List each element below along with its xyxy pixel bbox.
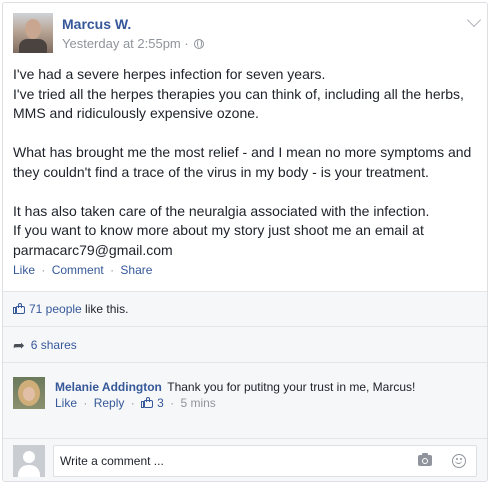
shares-summary: ➦ 6 shares bbox=[3, 326, 487, 362]
commenter-avatar[interactable] bbox=[13, 377, 45, 409]
comment-time[interactable]: 5 mins bbox=[180, 396, 215, 410]
comment-box[interactable] bbox=[53, 445, 477, 477]
comment-button[interactable]: Comment bbox=[52, 263, 104, 277]
post-card: Marcus W. Yesterday at 2:55pm · I've had… bbox=[2, 2, 488, 482]
comment-content: Melanie Addington Thank you for putitng … bbox=[55, 380, 415, 394]
post-body: I've had a severe herpes infection for s… bbox=[13, 66, 472, 258]
comment-actions: Like · Reply · 3 · 5 mins bbox=[55, 396, 216, 410]
separator: · bbox=[83, 396, 88, 410]
avatar-face bbox=[25, 19, 41, 39]
comment-text: Thank you for putitng your trust in me, … bbox=[167, 380, 416, 394]
comment-composer bbox=[3, 438, 487, 481]
like-button[interactable]: Like bbox=[13, 263, 35, 277]
comment-like-count[interactable]: 3 bbox=[157, 396, 164, 410]
post-header: Marcus W. Yesterday at 2:55pm · bbox=[13, 12, 482, 57]
comment-reply-button[interactable]: Reply bbox=[94, 396, 125, 410]
author-name[interactable]: Marcus W. bbox=[62, 16, 131, 32]
separator: · bbox=[130, 396, 135, 410]
post-actions: Like · Comment · Share bbox=[13, 263, 152, 277]
smiley-icon[interactable] bbox=[452, 454, 466, 468]
camera-icon[interactable] bbox=[418, 453, 432, 466]
likes-count-link[interactable]: 71 people bbox=[29, 302, 82, 316]
post-timestamp: Yesterday at 2:55pm · bbox=[62, 36, 205, 51]
separator: · bbox=[41, 263, 46, 277]
share-button[interactable]: Share bbox=[120, 263, 152, 277]
thumbs-up-icon bbox=[141, 397, 154, 408]
separator: · bbox=[110, 263, 115, 277]
current-user-avatar bbox=[13, 445, 45, 477]
share-arrow-icon: ➦ bbox=[13, 337, 25, 353]
thumbs-up-icon bbox=[13, 303, 25, 314]
comment-input[interactable] bbox=[60, 446, 400, 476]
avatar-body bbox=[19, 39, 47, 53]
likes-summary: 71 people like this. bbox=[3, 291, 487, 326]
author-avatar[interactable] bbox=[13, 13, 53, 53]
comment-like-button[interactable]: Like bbox=[55, 396, 77, 410]
timestamp-text[interactable]: Yesterday at 2:55pm · bbox=[62, 36, 189, 51]
globe-icon[interactable] bbox=[194, 39, 205, 49]
chevron-down-icon[interactable] bbox=[466, 12, 482, 28]
separator: · bbox=[170, 396, 175, 410]
likes-suffix: like this. bbox=[81, 302, 129, 316]
comment-list: Melanie Addington Thank you for putitng … bbox=[3, 362, 487, 438]
shares-count-link[interactable]: 6 shares bbox=[31, 338, 77, 352]
commenter-name[interactable]: Melanie Addington bbox=[55, 380, 162, 394]
